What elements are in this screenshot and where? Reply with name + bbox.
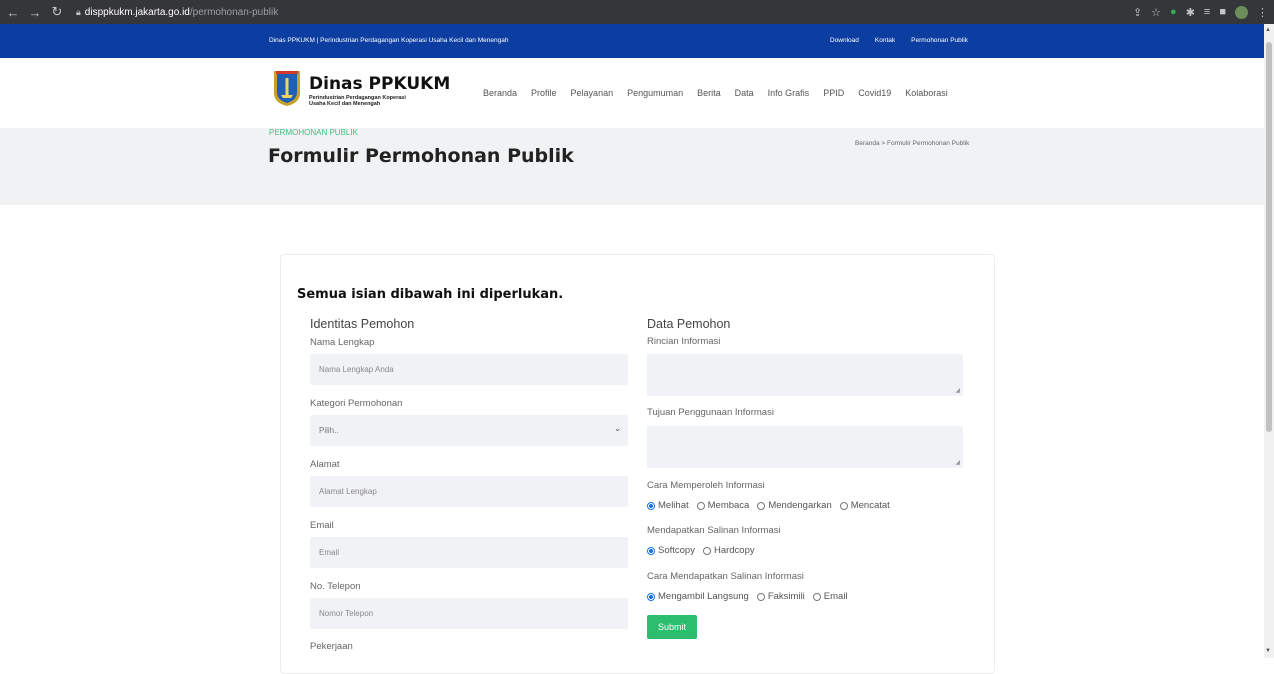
radio-dot[interactable] xyxy=(702,546,711,555)
puzzle-icon[interactable]: ✱ xyxy=(1186,6,1195,19)
top-link-permohonan-publik[interactable]: Permohonan Publik xyxy=(911,37,968,44)
forward-arrow-icon[interactable]: → xyxy=(26,5,44,20)
resize-grip-icon[interactable]: ◢ xyxy=(955,387,960,394)
reading-list-icon[interactable]: ≡ xyxy=(1204,6,1210,18)
nav-pengumuman[interactable]: Pengumuman xyxy=(627,88,683,98)
data-pemohon-section-title: Data Pemohon xyxy=(647,317,731,331)
nav-beranda[interactable]: Beranda xyxy=(483,88,517,98)
cara-salinan-radios: Mengambil Langsung Faksimili Email xyxy=(647,591,848,602)
radio-hardcopy[interactable]: Hardcopy xyxy=(702,545,755,556)
extension-icon[interactable]: ● xyxy=(1170,6,1177,18)
logo-title[interactable]: Dinas PPKUKM xyxy=(309,74,450,94)
tujuan-textarea[interactable]: ◢ xyxy=(647,426,963,468)
top-link-kontak[interactable]: Kontak xyxy=(875,37,895,44)
scrollbar-thumb[interactable] xyxy=(1266,42,1272,432)
kategori-selected-value: Pilih.. xyxy=(319,426,339,435)
kategori-label: Kategori Permohonan xyxy=(310,398,403,409)
radio-mengambil-langsung[interactable]: Mengambil Langsung xyxy=(647,591,749,602)
jakarta-crest-icon[interactable] xyxy=(271,69,303,107)
nav-ppid[interactable]: PPID xyxy=(823,88,844,98)
form-heading: Semua isian dibawah ini diperlukan. xyxy=(297,287,564,302)
site-tagline: Dinas PPKUKM | Perindustrian Perdagangan… xyxy=(269,37,509,44)
nav-info-grafis[interactable]: Info Grafis xyxy=(768,88,810,98)
kategori-select[interactable]: Pilih.. ⌄ xyxy=(310,415,628,446)
top-link-download[interactable]: Download xyxy=(830,37,859,44)
radio-dot-selected[interactable] xyxy=(647,546,655,555)
radio-dot[interactable] xyxy=(839,501,848,510)
share-icon[interactable]: ⇪ xyxy=(1133,6,1142,19)
reload-icon[interactable]: ↻ xyxy=(48,4,66,20)
cara-salinan-label: Cara Mendapatkan Salinan Informasi xyxy=(647,571,804,582)
breadcrumb[interactable]: Beranda > Formulir Permohonan Publik xyxy=(855,140,969,147)
nav-berita[interactable]: Berita xyxy=(697,88,721,98)
logo-subtitle-2: Usaha Kecil dan Menengah xyxy=(309,101,381,107)
cara-memperoleh-label: Cara Memperoleh Informasi xyxy=(647,480,765,491)
radio-softcopy[interactable]: Softcopy xyxy=(647,545,695,556)
salinan-label: Mendapatkan Salinan Informasi xyxy=(647,525,781,536)
radio-melihat[interactable]: Melihat xyxy=(647,500,689,511)
email-label: Email xyxy=(310,520,334,531)
radio-faksimili[interactable]: Faksimili xyxy=(756,591,805,602)
resize-grip-icon[interactable]: ◢ xyxy=(955,459,960,466)
page-eyebrow: PERMOHONAN PUBLIK xyxy=(269,128,358,137)
radio-dot-selected[interactable] xyxy=(647,501,655,510)
radio-mencatat[interactable]: Mencatat xyxy=(839,500,890,511)
nav-profile[interactable]: Profile xyxy=(531,88,557,98)
top-links: Download Kontak Permohonan Publik xyxy=(830,37,968,44)
browser-toolbar: ← → ↻ 🔒︎ disppkukm.jakarta.go.id /permoh… xyxy=(0,0,1274,24)
nama-label: Nama Lengkap xyxy=(310,337,375,348)
bookmark-star-icon[interactable]: ☆ xyxy=(1151,6,1161,19)
nav-pelayanan[interactable]: Pelayanan xyxy=(571,88,614,98)
menu-kebab-icon[interactable]: ⋮ xyxy=(1257,6,1268,19)
telepon-input[interactable] xyxy=(310,598,628,629)
back-arrow-icon[interactable]: ← xyxy=(4,5,22,20)
nav-covid19[interactable]: Covid19 xyxy=(858,88,891,98)
chevron-down-icon: ⌄ xyxy=(614,424,621,433)
profile-avatar[interactable] xyxy=(1235,5,1248,19)
radio-dot-selected[interactable] xyxy=(647,592,655,601)
page-hero: PERMOHONAN PUBLIK Formulir Permohonan Pu… xyxy=(0,128,1264,205)
nama-input[interactable] xyxy=(310,354,628,385)
browser-actions: ⇪ ☆ ● ✱ ≡ ■ ⋮ xyxy=(1133,0,1268,24)
rincian-textarea[interactable]: ◢ xyxy=(647,354,963,396)
email-input[interactable] xyxy=(310,537,628,568)
scroll-up-arrow-icon[interactable]: ▲ xyxy=(1265,27,1271,33)
salinan-radios: Softcopy Hardcopy xyxy=(647,545,755,556)
url-path[interactable]: /permohonan-publik xyxy=(190,7,278,18)
submit-button[interactable]: Submit xyxy=(647,615,697,639)
sidepanel-icon[interactable]: ■ xyxy=(1219,6,1226,18)
request-form-card: Semua isian dibawah ini diperlukan. Iden… xyxy=(280,254,995,674)
nav-data[interactable]: Data xyxy=(735,88,754,98)
radio-dot[interactable] xyxy=(757,501,766,510)
page-title: Formulir Permohonan Publik xyxy=(268,145,574,167)
radio-dot[interactable] xyxy=(696,501,705,510)
pekerjaan-label: Pekerjaan xyxy=(310,641,353,652)
tujuan-label: Tujuan Penggunaan Informasi xyxy=(647,407,774,418)
scroll-down-arrow-icon[interactable]: ▼ xyxy=(1265,648,1271,654)
site-header: Dinas PPKUKM Perindustrian Perdagangan K… xyxy=(0,58,1264,128)
rincian-label: Rincian Informasi xyxy=(647,336,721,347)
main-nav: Beranda Profile Pelayanan Pengumuman Ber… xyxy=(483,88,948,98)
radio-email[interactable]: Email xyxy=(812,591,848,602)
cara-memperoleh-radios: Melihat Membaca Mendengarkan Mencatat xyxy=(647,500,890,511)
lock-icon[interactable]: 🔒︎ xyxy=(76,7,81,18)
url-host[interactable]: disppkukm.jakarta.go.id xyxy=(85,7,190,18)
radio-membaca[interactable]: Membaca xyxy=(696,500,749,511)
radio-mendengarkan[interactable]: Mendengarkan xyxy=(757,500,832,511)
radio-dot[interactable] xyxy=(812,592,821,601)
identitas-section-title: Identitas Pemohon xyxy=(310,317,415,331)
nav-kolaborasi[interactable]: Kolaborasi xyxy=(905,88,948,98)
telepon-label: No. Telepon xyxy=(310,581,361,592)
alamat-label: Alamat xyxy=(310,459,340,470)
alamat-input[interactable] xyxy=(310,476,628,507)
radio-dot[interactable] xyxy=(756,592,765,601)
top-info-bar: Dinas PPKUKM | Perindustrian Perdagangan… xyxy=(0,24,1264,58)
